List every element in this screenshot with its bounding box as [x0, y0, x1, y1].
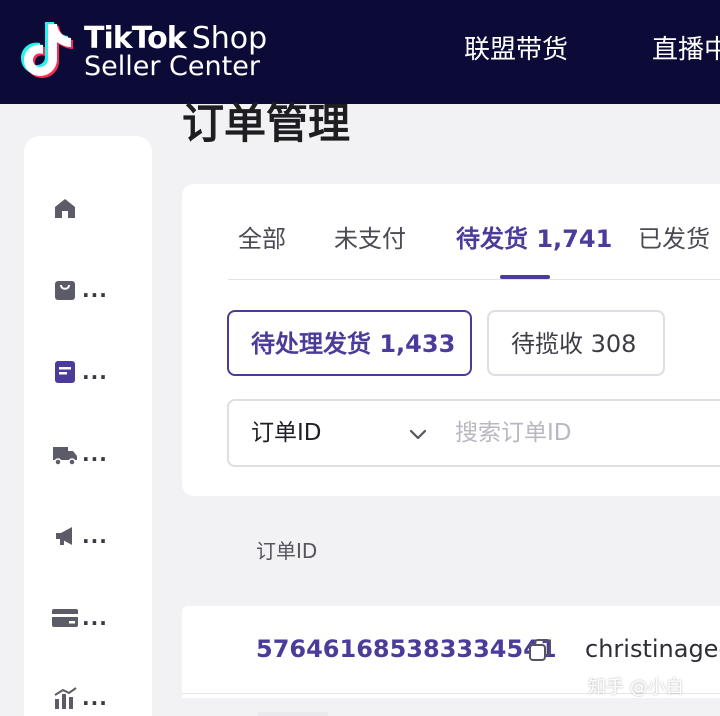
tab-all[interactable]: 全部	[238, 222, 286, 256]
bar-chart-icon	[50, 683, 80, 713]
copy-icon[interactable]	[526, 636, 554, 664]
tiktok-logo-icon[interactable]	[18, 16, 84, 82]
page-title: 订单管理	[182, 99, 351, 148]
shopping-bag-icon	[50, 275, 80, 305]
tab-unpaid[interactable]: 未支付	[334, 222, 406, 256]
chevron-down-icon[interactable]	[407, 423, 429, 445]
sidebar-item-more: ...	[82, 606, 108, 630]
search-type-select[interactable]: 订单ID	[251, 416, 322, 450]
filter-pending-shipment-button[interactable]: 待处理发货 1,433	[227, 310, 472, 376]
sidebar-item-finance[interactable]: ...	[50, 600, 108, 636]
sidebar-item-marketing[interactable]: ...	[50, 518, 108, 554]
sidebar-item-products[interactable]: ...	[50, 272, 108, 308]
nav-affiliate[interactable]: 联盟带货	[464, 32, 568, 68]
truck-icon	[50, 439, 80, 469]
order-id-link[interactable]: 576461685383334541	[256, 632, 557, 666]
column-header-order-id: 订单ID	[256, 539, 318, 563]
tab-shipped[interactable]: 已发货	[638, 222, 710, 256]
sidebar-item-home[interactable]	[50, 190, 80, 226]
nav-live[interactable]: 直播中	[652, 32, 720, 68]
order-search-bar: 订单ID	[227, 399, 720, 467]
active-tab-indicator	[500, 275, 550, 279]
filter-awaiting-pickup-button[interactable]: 待揽收 308	[487, 310, 665, 376]
sidebar-item-logistics[interactable]: ...	[50, 436, 108, 472]
sidebar-item-more: ...	[82, 524, 108, 548]
next-row-placeholder	[258, 712, 328, 716]
top-navigation-bar: TikTok Shop Seller Center 联盟带货 直播中	[0, 0, 720, 104]
search-input[interactable]	[455, 413, 720, 453]
sidebar-item-more: ...	[82, 686, 108, 710]
tab-to-ship[interactable]: 待发货 1,741	[456, 222, 612, 256]
credit-card-icon	[50, 603, 80, 633]
tab-divider	[228, 279, 720, 280]
watermark: 知乎 @小白	[588, 677, 684, 698]
sidebar-item-analytics[interactable]: ...	[50, 680, 108, 716]
sidebar-item-more: ...	[82, 360, 108, 384]
orders-icon	[50, 357, 80, 387]
home-icon	[50, 193, 80, 223]
brand-seller-center-text: Seller Center	[84, 51, 260, 82]
sidebar-item-more: ...	[82, 278, 108, 302]
buyer-name: christinagec	[585, 635, 720, 663]
megaphone-icon	[50, 521, 80, 551]
sidebar-item-orders[interactable]: ...	[50, 354, 108, 390]
sidebar-item-more: ...	[82, 442, 108, 466]
